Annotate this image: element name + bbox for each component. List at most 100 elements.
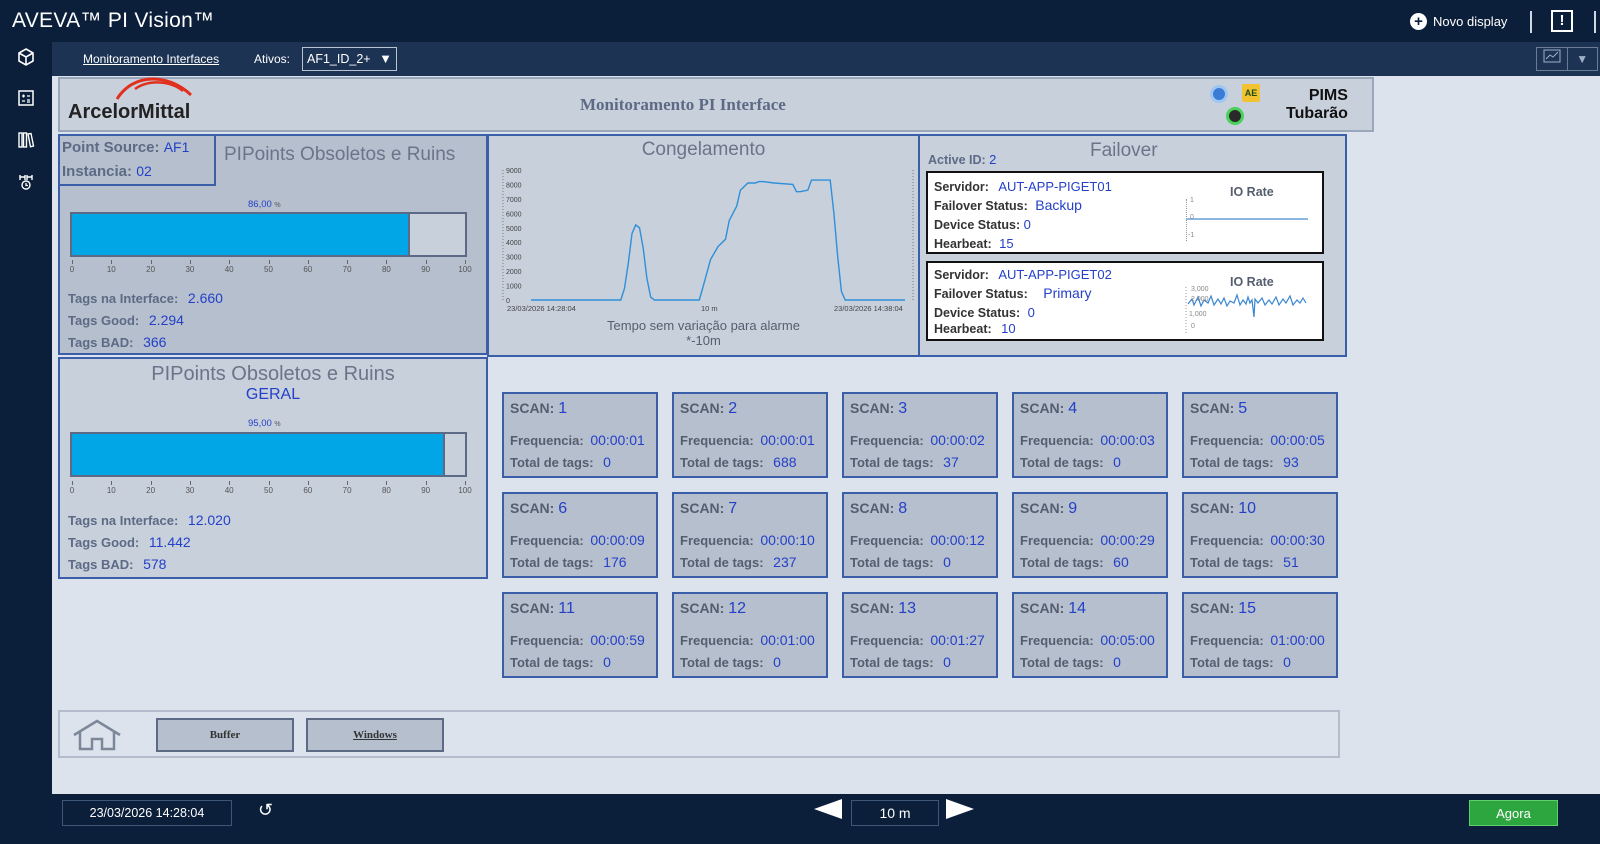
- divider: [1594, 11, 1596, 33]
- display-toolbar: Monitoramento Interfaces Ativos: AF1_ID_…: [52, 42, 1600, 76]
- time-range-input[interactable]: 10 m: [851, 800, 939, 826]
- frequency-value: 00:00:12: [930, 532, 985, 548]
- axis-tick: [72, 481, 73, 485]
- trend-icon[interactable]: [1537, 48, 1567, 70]
- geral-title: PIPoints Obsoletos e Ruins: [151, 363, 395, 385]
- scan-frequency-row: Frequencia: 00:00:10: [680, 532, 815, 548]
- axis-tick-label: 50: [264, 486, 273, 495]
- axis-tick-label: 60: [303, 265, 313, 274]
- windows-button[interactable]: Windows: [306, 718, 444, 752]
- trend-button[interactable]: ▼: [1536, 47, 1598, 71]
- pims-label: PIMS Tubarão: [1286, 87, 1348, 123]
- home-icon[interactable]: [70, 718, 124, 752]
- scan-frequency-row: Frequencia: 00:01:00: [680, 632, 815, 648]
- axis-tick-label: 100: [458, 265, 472, 274]
- chart-start-time: 23/03/2026 14:28:04: [507, 304, 576, 313]
- scan-number: 15: [1238, 600, 1257, 617]
- scan-tags-row: Total de tags: 176: [510, 554, 627, 570]
- frequency-value: 00:01:27: [930, 632, 985, 648]
- axis-tick: [72, 260, 73, 264]
- asset-tree-icon[interactable]: [14, 172, 38, 196]
- io-rate-title: IO Rate: [1230, 185, 1274, 199]
- failover-title: Failover: [1090, 140, 1158, 161]
- bottom-navigation: Buffer Windows: [58, 710, 1340, 758]
- new-display-button[interactable]: + Novo display: [1410, 13, 1507, 30]
- assets-dropdown[interactable]: AF1_ID_2+ ▼: [302, 47, 397, 71]
- y-tick-label: 4000: [506, 240, 522, 247]
- time-bar: 23/03/2026 14:28:04 ↺ 10 m Agora: [0, 794, 1600, 844]
- scan-number: 13: [898, 600, 917, 617]
- scan-frequency-row: Frequencia: 00:00:12: [850, 532, 985, 548]
- axis-tick-label: 0: [69, 486, 75, 495]
- scan-label: SCAN:: [680, 400, 725, 416]
- heartbeat-row: Hearbeat: 10: [934, 321, 1016, 336]
- scan-label: SCAN:: [1190, 500, 1235, 516]
- axis-tick: [229, 481, 231, 485]
- scan-tags-row: Total de tags: 0: [1020, 454, 1121, 470]
- pi-icon: [1210, 85, 1228, 103]
- scan-title: SCAN: 15: [1190, 600, 1256, 618]
- time-back-icon[interactable]: [814, 799, 842, 819]
- progress-fill: [72, 214, 410, 255]
- library-icon[interactable]: [14, 130, 38, 154]
- calculator-icon[interactable]: [14, 88, 38, 112]
- tags-interface-label: Tags na Interface:: [68, 291, 179, 306]
- axis-tick-label: 0: [69, 265, 75, 274]
- tags-good-value: 2.294: [148, 312, 184, 328]
- server-card-2: Servidor: AUT-APP-PIGET02 Failover Statu…: [926, 261, 1324, 341]
- servidor-row: Servidor: AUT-APP-PIGET01: [934, 179, 1112, 194]
- refresh-icon[interactable]: ↺: [258, 800, 273, 821]
- congelamento-chart[interactable]: 9000800070006000500040003000200010000: [489, 164, 918, 314]
- y-tick-label: 5000: [506, 226, 522, 233]
- point-source-value: AF1: [163, 139, 190, 155]
- scan-tags-row: Total de tags: 0: [1020, 654, 1121, 670]
- percent-unit: %: [274, 421, 281, 428]
- scan-title: SCAN: 12: [680, 600, 746, 618]
- percent-label: 86,00 %: [248, 199, 281, 210]
- scan-title: SCAN: 1: [510, 400, 567, 418]
- scan-number: 5: [1238, 400, 1248, 417]
- scan-title: SCAN: 6: [510, 500, 567, 518]
- frequency-label: Frequencia:: [680, 433, 754, 448]
- io-rate-chart[interactable]: 1 0 -1: [1184, 197, 1308, 241]
- device-status-value: 0: [1027, 305, 1035, 320]
- io-rate-tick: 1: [1190, 197, 1194, 204]
- scan-card: SCAN: 15 Frequencia: 01:00:00 Total de tag…: [1182, 592, 1338, 678]
- scan-label: SCAN:: [680, 500, 725, 516]
- total-tags-value: 0: [603, 454, 611, 470]
- tags-good-label: Tags Good:: [68, 535, 140, 550]
- now-button[interactable]: Agora: [1469, 800, 1558, 826]
- total-tags-label: Total de tags:: [510, 455, 594, 470]
- start-time-input[interactable]: 23/03/2026 14:28:04: [62, 800, 232, 826]
- plus-icon: +: [1410, 13, 1427, 30]
- breadcrumb-link[interactable]: Monitoramento Interfaces: [83, 52, 219, 66]
- frequency-value: 00:00:05: [1270, 432, 1325, 448]
- point-source-label: Point Source:: [62, 139, 160, 156]
- io-rate-tick: 1,000: [1189, 311, 1207, 318]
- scan-card: SCAN: 7 Frequencia: 00:00:10 Total de tags…: [672, 492, 828, 578]
- failover-status-label: Failover Status:: [934, 199, 1028, 213]
- scan-label: SCAN:: [850, 500, 895, 516]
- scan-label: SCAN:: [510, 600, 555, 616]
- buffer-button[interactable]: Buffer: [156, 718, 294, 752]
- cube-icon[interactable]: [14, 47, 38, 71]
- failover-status-label: Failover Status:: [934, 287, 1028, 301]
- device-status-label: Device Status:: [934, 218, 1021, 232]
- chevron-down-icon[interactable]: ▼: [1566, 48, 1598, 70]
- scan-card: SCAN: 10 Frequencia: 00:00:30 Total de tag…: [1182, 492, 1338, 578]
- frequency-label: Frequencia:: [850, 533, 924, 548]
- geral-panel: PIPoints Obsoletos e Ruins GERAL 95,00 %…: [58, 357, 488, 579]
- pims-line2: Tubarão: [1286, 105, 1348, 122]
- frequency-value: 00:05:00: [1100, 632, 1155, 648]
- time-forward-icon[interactable]: [946, 799, 974, 819]
- axis-tick: [111, 481, 113, 485]
- io-rate-chart[interactable]: [1184, 287, 1308, 333]
- total-tags-label: Total de tags:: [1190, 555, 1274, 570]
- total-tags-value: 0: [1283, 654, 1291, 670]
- alert-icon[interactable]: !: [1551, 10, 1573, 32]
- scan-card: SCAN: 2 Frequencia: 00:00:01 Total de tags…: [672, 392, 828, 478]
- scan-title: SCAN: 3: [850, 400, 907, 418]
- frequency-value: 00:00:02: [930, 432, 985, 448]
- axis-tick: [268, 481, 270, 485]
- congelamento-panel: Congelamento 9000 8000 7000 6000 5000 4000 300…: [487, 134, 920, 357]
